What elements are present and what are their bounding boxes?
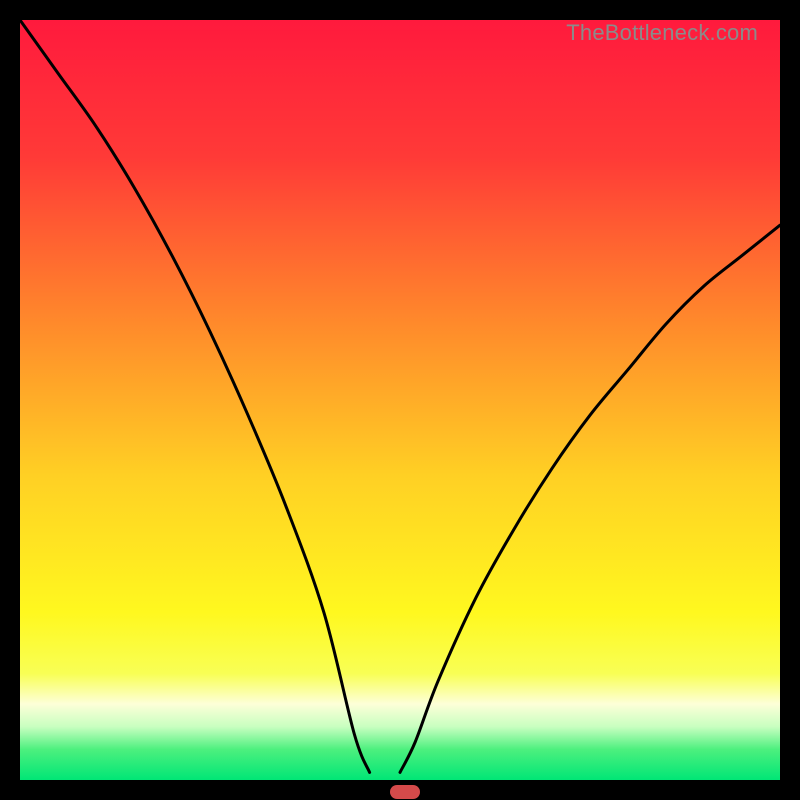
watermark-text: TheBottleneck.com	[566, 20, 758, 46]
curve-left	[20, 20, 370, 772]
chart-frame: TheBottleneck.com	[20, 20, 780, 780]
curve-right	[400, 225, 780, 772]
bottleneck-marker	[390, 785, 420, 799]
chart-curves	[20, 20, 780, 780]
